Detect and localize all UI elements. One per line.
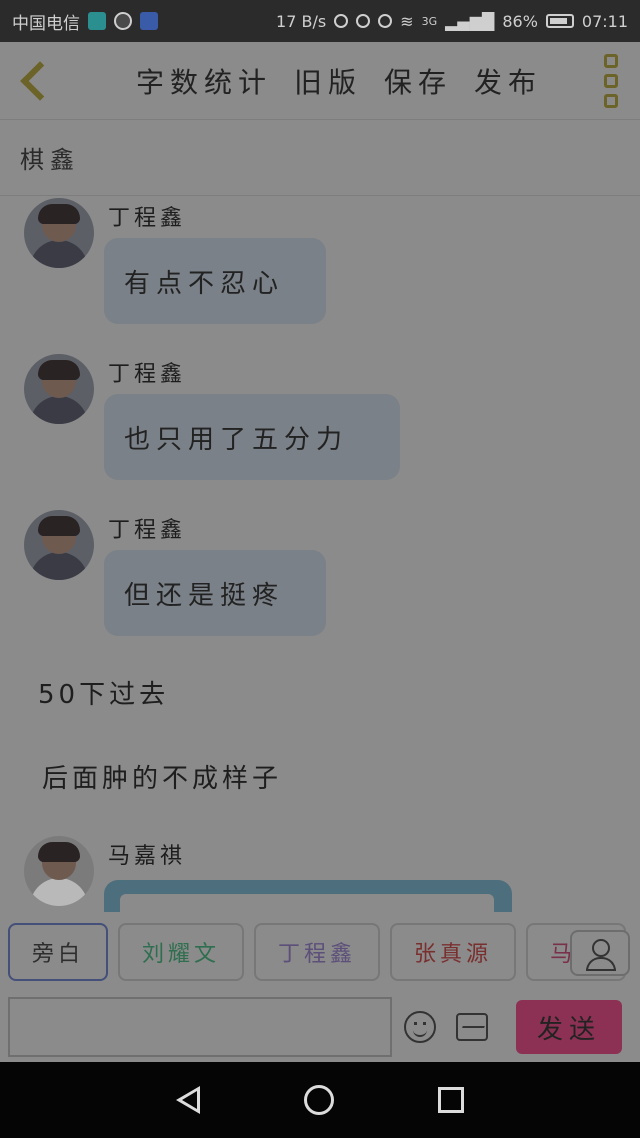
carrier-label: 中国电信 xyxy=(12,13,80,34)
wifi-icon: ≋ xyxy=(400,11,414,31)
battery-icon xyxy=(545,14,574,28)
send-button[interactable]: 发送 xyxy=(516,1000,622,1054)
image-icon[interactable] xyxy=(456,1013,488,1041)
add-character-button[interactable] xyxy=(570,930,630,976)
editor-screen: 字数统计 旧版 保存 发布 棋鑫 丁程鑫 有点不忍心 丁程鑫 也只用了五分力 丁… xyxy=(0,42,640,1062)
clock: 07:11 xyxy=(581,11,628,31)
signal-icon: ▂▄▆█ xyxy=(445,11,495,31)
input-bar: 发送 xyxy=(0,992,640,1062)
story-title[interactable]: 棋鑫 xyxy=(0,120,640,196)
character-selector: 旁白 刘耀文 丁程鑫 张真源 马嘉 xyxy=(0,912,640,992)
toolbar-actions: 字数统计 旧版 保存 发布 xyxy=(136,61,542,101)
sender-name: 丁程鑫 xyxy=(108,518,187,543)
eye-icon xyxy=(378,14,393,28)
avatar[interactable] xyxy=(24,836,94,906)
app-icon xyxy=(140,12,158,30)
message-input[interactable] xyxy=(8,997,392,1057)
more-menu-icon[interactable] xyxy=(596,53,626,108)
nav-recents-icon[interactable] xyxy=(438,1087,464,1113)
status-bar: 中国电信 17 B/s ≋ 3G ▂▄▆█ 86% 07:11 xyxy=(0,0,640,42)
message-bubble[interactable]: 有点不忍心 xyxy=(104,238,326,324)
sender-name: 马嘉祺 xyxy=(108,844,187,869)
message-bubble[interactable]: 也只用了五分力 xyxy=(104,394,400,480)
wechat-icon xyxy=(114,12,132,30)
character-chip[interactable]: 张真源 xyxy=(390,923,517,981)
battery-percent: 86% xyxy=(502,11,538,31)
character-chip[interactable]: 刘耀文 xyxy=(118,923,245,981)
nav-home-icon[interactable] xyxy=(304,1085,334,1115)
emoji-icon[interactable] xyxy=(404,1011,436,1043)
avatar[interactable] xyxy=(24,510,94,580)
system-nav-bar xyxy=(0,1062,640,1138)
narration-text[interactable]: 后面肿的不成样子 xyxy=(42,758,282,795)
top-toolbar: 字数统计 旧版 保存 发布 xyxy=(0,42,640,120)
headphones-icon xyxy=(334,14,349,28)
message-bubble[interactable]: 但还是挺疼 xyxy=(104,550,326,636)
word-count-button[interactable]: 字数统计 xyxy=(136,61,272,101)
network-speed: 17 B/s xyxy=(276,11,327,31)
old-version-button[interactable]: 旧版 xyxy=(294,61,362,101)
message-card[interactable] xyxy=(104,880,512,912)
character-chip[interactable]: 丁程鑫 xyxy=(254,923,381,981)
avatar[interactable] xyxy=(24,354,94,424)
character-chip[interactable]: 旁白 xyxy=(8,923,109,981)
avatar[interactable] xyxy=(24,198,94,268)
alarm-icon xyxy=(356,14,371,28)
chat-area[interactable]: 丁程鑫 有点不忍心 丁程鑫 也只用了五分力 丁程鑫 但还是挺疼 50下过去 后面… xyxy=(0,198,640,912)
save-button[interactable]: 保存 xyxy=(384,61,452,101)
sender-name: 丁程鑫 xyxy=(108,362,187,387)
sender-name: 丁程鑫 xyxy=(108,206,187,231)
narration-text[interactable]: 50下过去 xyxy=(38,674,169,711)
publish-button[interactable]: 发布 xyxy=(474,61,542,101)
back-arrow-icon[interactable] xyxy=(14,57,54,105)
nav-back-icon[interactable] xyxy=(176,1086,200,1114)
security-app-icon xyxy=(88,12,106,30)
network-type: 3G xyxy=(421,14,438,28)
